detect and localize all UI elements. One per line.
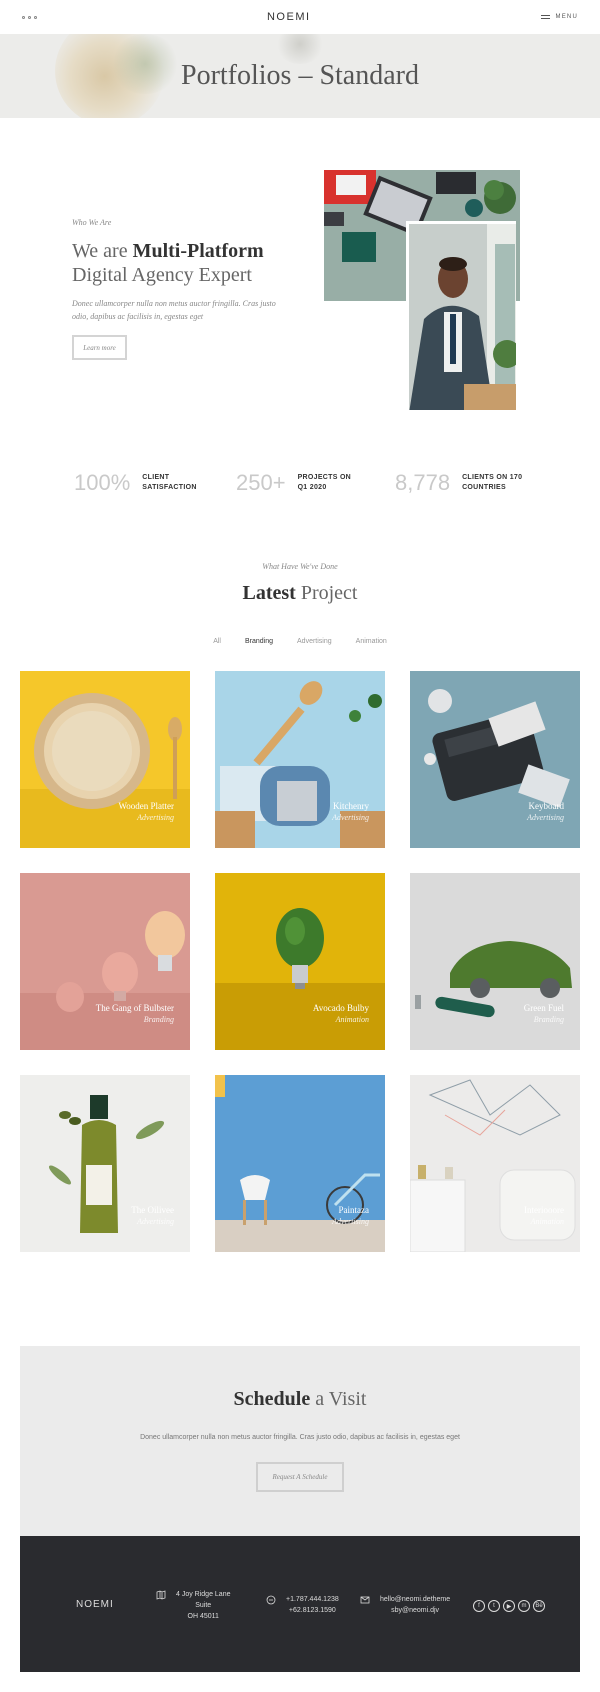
intro-heading: We are Multi-Platform Digital Agency Exp… bbox=[72, 240, 264, 286]
stat-label: CLIENTS ON 170 COUNTRIES bbox=[462, 474, 523, 491]
projects-eyebrow: What Have We've Done bbox=[262, 562, 338, 571]
project-title: The Gang of Bulbster bbox=[95, 1003, 174, 1013]
stat-number: 250+ bbox=[236, 470, 286, 495]
projects-title: Latest Project bbox=[242, 582, 358, 604]
site-logo[interactable]: NOEMI bbox=[267, 11, 311, 23]
project-card-keyboard[interactable]: Keyboard Advertising bbox=[410, 671, 580, 848]
site-footer: NOEMI 4 Joy Ridge Lane Suite OH 45011 +1… bbox=[20, 1536, 580, 1672]
project-card-green-fuel[interactable]: Green Fuel Branding bbox=[410, 873, 580, 1050]
page-title-banner: Portfolios – Standard bbox=[0, 34, 600, 118]
filter-advertising[interactable]: Advertising bbox=[297, 638, 332, 645]
stat-projects: 250+ PROJECTS ON Q1 2020 bbox=[236, 470, 358, 496]
project-category: Advertising bbox=[137, 813, 174, 822]
schedule-text: Donec ullamcorper nulla non metus auctor… bbox=[140, 1434, 460, 1441]
project-card-bulbster[interactable]: The Gang of Bulbster Branding bbox=[20, 873, 190, 1050]
page-title: Portfolios – Standard bbox=[181, 60, 419, 91]
messenger-icon[interactable]: m bbox=[518, 1600, 530, 1612]
project-category: Advertising bbox=[332, 813, 369, 822]
footer-email: hello@neomi.detheme sby@neomi.djv bbox=[360, 1594, 450, 1616]
project-category: Animation bbox=[335, 1015, 369, 1024]
stat-number: 100% bbox=[74, 470, 131, 495]
project-title: The Oilivee bbox=[131, 1205, 174, 1215]
email-1[interactable]: hello@neomi.detheme bbox=[380, 1594, 450, 1605]
phone-2[interactable]: +62.8123.1590 bbox=[286, 1605, 339, 1616]
project-category: Animation bbox=[530, 1217, 564, 1226]
menu-label: MENU bbox=[555, 14, 578, 20]
project-caption: Wooden Platter Advertising bbox=[118, 800, 174, 824]
businessman-photo bbox=[406, 221, 516, 410]
learn-more-button[interactable]: Learn more bbox=[72, 335, 127, 360]
stat-clients: 8,778 CLIENTS ON 170 COUNTRIES bbox=[395, 470, 526, 496]
project-card-kitchenry[interactable]: Kitchenry Advertising bbox=[215, 671, 385, 848]
project-caption: The Gang of Bulbster Branding bbox=[96, 1002, 174, 1026]
project-caption: Kitchenry Advertising bbox=[332, 800, 369, 824]
facebook-icon[interactable]: f bbox=[473, 1600, 485, 1612]
footer-address: 4 Joy Ridge Lane Suite OH 45011 bbox=[156, 1589, 230, 1622]
address-line3: OH 45011 bbox=[187, 1613, 219, 1620]
phone-icon bbox=[266, 1595, 276, 1605]
address-line1: 4 Joy Ridge Lane bbox=[176, 1591, 231, 1598]
twitter-icon[interactable]: t bbox=[488, 1600, 500, 1612]
project-caption: The Oilivee Advertising bbox=[131, 1204, 174, 1228]
schedule-visit-section: Schedule a Visit Donec ullamcorper nulla… bbox=[20, 1346, 580, 1536]
project-category: Advertising bbox=[137, 1217, 174, 1226]
filter-branding[interactable]: Branding bbox=[245, 638, 273, 645]
project-title: Kitchenry bbox=[333, 801, 369, 811]
site-header: NOEMI MENU bbox=[0, 0, 600, 34]
filter-animation[interactable]: Animation bbox=[356, 638, 387, 645]
project-caption: Paintaza Advertising bbox=[332, 1204, 369, 1228]
social-links: f t ▶ m Bē bbox=[473, 1600, 545, 1612]
mail-icon bbox=[360, 1596, 370, 1604]
schedule-title: Schedule a Visit bbox=[233, 1388, 367, 1410]
project-title: Avocado Bulby bbox=[312, 1003, 369, 1013]
project-category: Advertising bbox=[332, 1217, 369, 1226]
project-title: Keyboard bbox=[528, 801, 565, 811]
project-category: Branding bbox=[533, 1015, 564, 1024]
project-caption: Interiooore Animation bbox=[524, 1204, 564, 1228]
project-category: Branding bbox=[143, 1015, 174, 1024]
project-title: Wooden Platter bbox=[118, 801, 174, 811]
project-card-oilivee[interactable]: The Oilivee Advertising bbox=[20, 1075, 190, 1252]
stat-client-satisfaction: 100% CLIENT SATISFACTION bbox=[74, 470, 202, 496]
project-title: Paintaza bbox=[338, 1205, 370, 1215]
request-schedule-button[interactable]: Request A Schedule bbox=[256, 1462, 344, 1492]
project-category: Advertising bbox=[527, 813, 564, 822]
filter-all[interactable]: All bbox=[213, 638, 221, 645]
project-card-paintaza[interactable]: Paintaza Advertising bbox=[215, 1075, 385, 1252]
hamburger-icon bbox=[540, 15, 550, 19]
project-card-interiooore[interactable]: Interiooore Animation bbox=[410, 1075, 580, 1252]
project-caption: Green Fuel Branding bbox=[524, 1002, 564, 1026]
stat-label: PROJECTS ON Q1 2020 bbox=[297, 474, 352, 491]
project-filters: All Branding Advertising Animation bbox=[0, 638, 600, 645]
project-caption: Avocado Bulby Animation bbox=[313, 1002, 369, 1026]
dots-menu-icon[interactable] bbox=[22, 15, 37, 19]
phone-1[interactable]: +1.787.444.1238 bbox=[286, 1594, 339, 1605]
menu-button[interactable]: MENU bbox=[540, 14, 578, 20]
email-2[interactable]: sby@neomi.djv bbox=[380, 1605, 450, 1616]
stat-number: 8,778 bbox=[395, 470, 451, 495]
intro-text: Donec ullamcorper nulla non metus auctor… bbox=[72, 299, 276, 321]
footer-logo[interactable]: NOEMI bbox=[76, 1599, 114, 1610]
footer-phone: +1.787.444.1238 +62.8123.1590 bbox=[266, 1594, 339, 1616]
project-card-avocado-bulby[interactable]: Avocado Bulby Animation bbox=[215, 873, 385, 1050]
map-icon bbox=[156, 1590, 166, 1600]
project-caption: Keyboard Advertising bbox=[527, 800, 564, 824]
address-line2: Suite bbox=[195, 1602, 212, 1609]
project-card-wooden-platter[interactable]: Wooden Platter Advertising bbox=[20, 671, 190, 848]
project-title: Interiooore bbox=[524, 1205, 564, 1215]
project-title: Green Fuel bbox=[523, 1003, 564, 1013]
youtube-icon[interactable]: ▶ bbox=[503, 1600, 515, 1612]
behance-icon[interactable]: Bē bbox=[533, 1600, 545, 1612]
stat-label: CLIENT SATISFACTION bbox=[142, 474, 197, 491]
intro-eyebrow: Who We Are bbox=[72, 218, 112, 227]
